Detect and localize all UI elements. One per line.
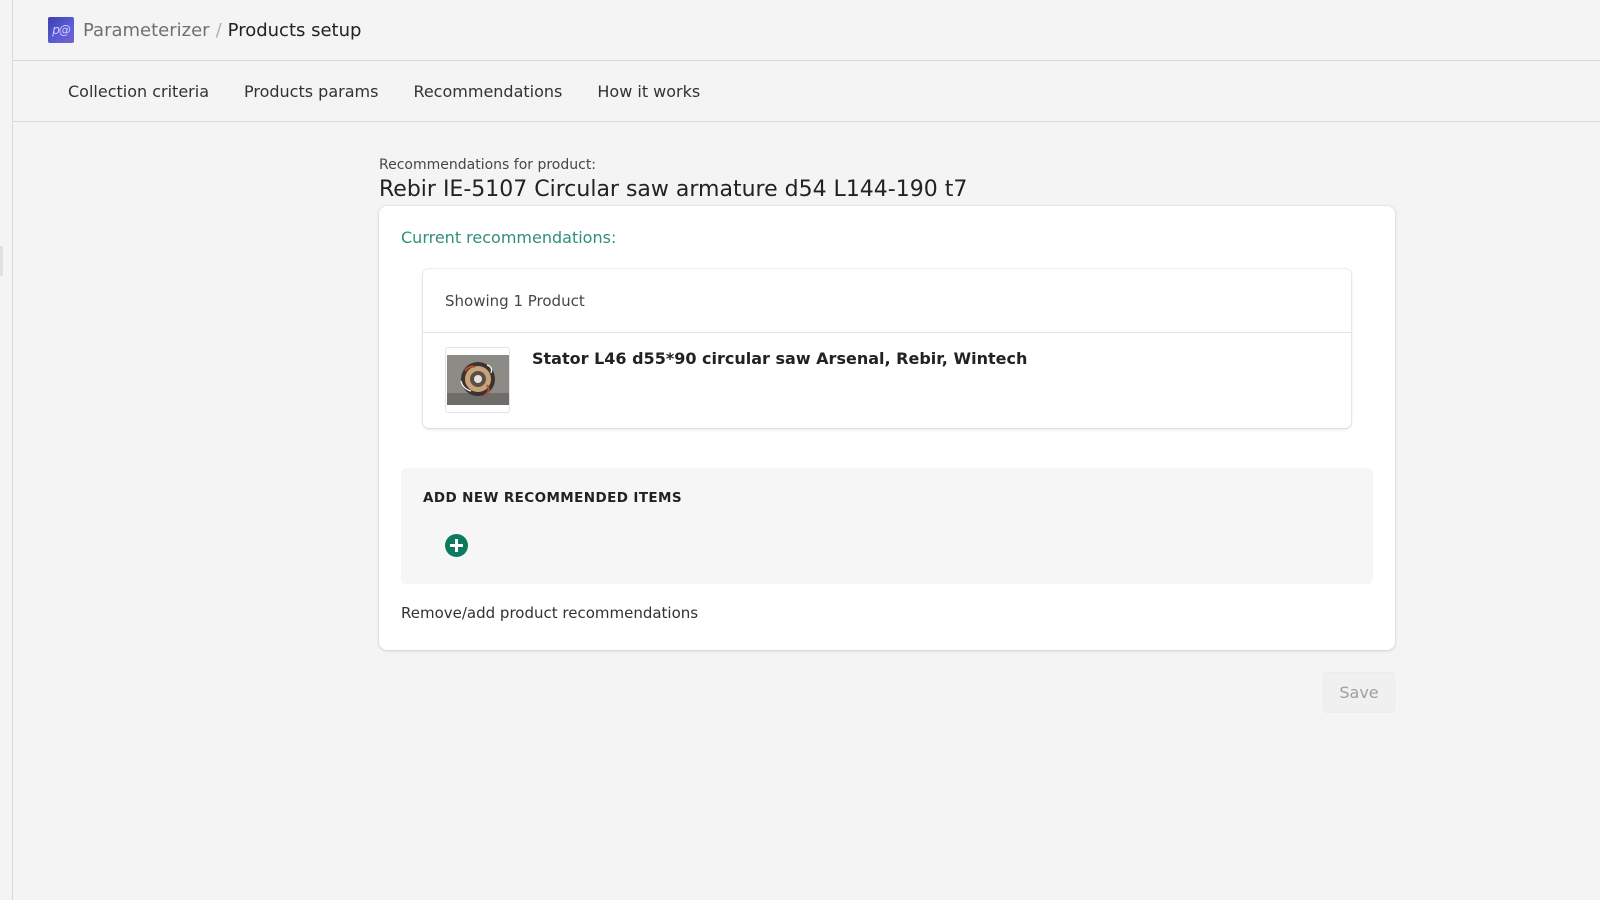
- product-title[interactable]: Stator L46 d55*90 circular saw Arsenal, …: [532, 349, 1027, 368]
- product-thumbnail-image: [446, 355, 509, 405]
- tab-bar: Collection criteria Products params Reco…: [13, 61, 1600, 122]
- app-logo: p@: [48, 17, 74, 43]
- page-title: Rebir IE-5107 Circular saw armature d54 …: [379, 177, 968, 202]
- stator-product-image: [445, 347, 510, 413]
- recommendations-card: Current recommendations: Showing 1 Produ…: [379, 206, 1395, 650]
- top-bar: p@ Parameterizer / Products setup: [13, 0, 1600, 61]
- tab-recommendations[interactable]: Recommendations: [413, 82, 562, 101]
- plus-icon: [450, 539, 463, 552]
- add-recommended-panel: ADD NEW RECOMMENDED ITEMS: [401, 468, 1373, 584]
- app-frame: p@ Parameterizer / Products setup Collec…: [12, 0, 1600, 900]
- save-button[interactable]: Save: [1323, 672, 1395, 713]
- actions-row: Save: [379, 672, 1395, 713]
- breadcrumb-root[interactable]: Parameterizer: [83, 20, 210, 41]
- tab-collection-criteria[interactable]: Collection criteria: [68, 82, 209, 101]
- breadcrumb-separator: /: [215, 19, 222, 41]
- tab-products-params[interactable]: Products params: [244, 82, 378, 101]
- product-list: Showing 1 Product Stator L46 d55*90 circ…: [423, 269, 1351, 428]
- current-recommendations-label: Current recommendations:: [401, 228, 617, 247]
- left-edge-handle: [0, 246, 3, 276]
- tab-how-it-works[interactable]: How it works: [597, 82, 700, 101]
- page-subtitle: Recommendations for product:: [379, 157, 597, 173]
- add-recommended-heading: ADD NEW RECOMMENDED ITEMS: [423, 490, 683, 506]
- breadcrumb-current: Products setup: [227, 19, 362, 41]
- product-list-header: Showing 1 Product: [423, 269, 1351, 333]
- plus-circle-icon[interactable]: [445, 534, 468, 557]
- main-content: Recommendations for product: Rebir IE-51…: [379, 150, 1395, 713]
- help-text: Remove/add product recommendations: [401, 604, 699, 622]
- list-item[interactable]: Stator L46 d55*90 circular saw Arsenal, …: [423, 333, 1351, 428]
